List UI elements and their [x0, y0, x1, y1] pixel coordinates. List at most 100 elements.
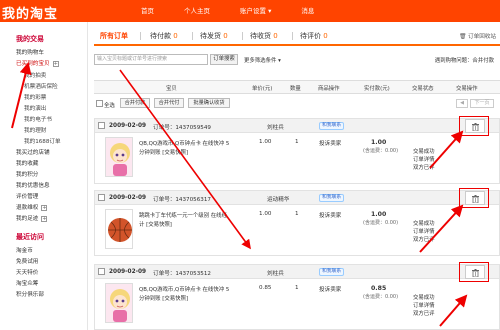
order-date: 2009-02-09: [109, 269, 147, 275]
batch-confirm-button[interactable]: 批量确认收货: [188, 98, 230, 108]
seller-name[interactable]: 运动精华: [267, 195, 289, 203]
quantity: 1: [295, 211, 299, 217]
tab-all-orders[interactable]: 所有订单: [100, 28, 128, 44]
more-filters-toggle[interactable]: 更多筛选条件: [244, 56, 281, 64]
tab-to-review-count: 0: [323, 32, 328, 40]
recycle-bin-link[interactable]: 🗑 订单回收站: [459, 32, 496, 40]
tab-unpaid[interactable]: 待付款 0: [150, 28, 178, 44]
product-title-line[interactable]: QB,QQ游戏币,Q币钟点卡 在线快冲 5: [139, 139, 229, 147]
order-detail-link[interactable]: 订单详情: [413, 155, 435, 163]
complain-seller-link[interactable]: 投诉卖家: [319, 285, 341, 293]
nav-profile[interactable]: 个人主页: [169, 0, 225, 22]
contact-seller-button[interactable]: 和我联系: [319, 268, 345, 276]
contact-seller-button[interactable]: 和我联系: [319, 194, 345, 202]
seller-name[interactable]: 刘柱兵: [267, 269, 284, 277]
tab-unpaid-label: 待付款: [150, 32, 171, 40]
brand-title[interactable]: 我的淘宝: [2, 3, 58, 22]
sidebar-item-club[interactable]: 积分俱乐部: [16, 290, 44, 298]
sidebar-item-ebooks[interactable]: 我的电子书: [24, 115, 52, 123]
nav-home[interactable]: 首页: [126, 0, 169, 22]
select-all-label: 全选: [104, 103, 115, 109]
order-checkbox[interactable]: [98, 268, 105, 275]
order-checkbox[interactable]: [98, 122, 105, 129]
column-header-trade-actions: 交易操作: [456, 86, 478, 92]
order-detail-link[interactable]: 订单详情: [413, 227, 435, 235]
sidebar: 我的交易 我的购物车 已买到的宝贝 + 我的拍卖 机票酒店保险 我的彩票 我的演出…: [0, 22, 88, 330]
sidebar-item-shops[interactable]: 我买过的店铺: [16, 148, 50, 156]
sidebar-item-refunds[interactable]: 退款维权 +: [16, 203, 48, 211]
expand-icon[interactable]: +: [41, 204, 48, 211]
search-button[interactable]: 订单搜索: [210, 54, 238, 65]
trade-status: 交易成功: [413, 295, 435, 301]
sidebar-item-finance[interactable]: 我的理财: [24, 126, 46, 134]
expand-icon[interactable]: +: [52, 60, 59, 67]
table-header: 宝贝 单价(元) 数量 商品操作 实付款(元) 交易状态 交易操作: [94, 80, 500, 94]
sidebar-item-auction[interactable]: 我的拍卖: [24, 71, 46, 79]
product-title-line[interactable]: 跳跳卡丁车代练一元一个级别 在线经: [139, 211, 227, 219]
sidebar-section-trade: 我的交易: [16, 35, 44, 43]
trade-status: 交易成功: [413, 149, 435, 155]
review-status: 双方已评: [413, 237, 435, 243]
contact-seller-button[interactable]: 和我联系: [319, 122, 345, 130]
annotation-highlight: [459, 262, 489, 282]
sidebar-item-travel[interactable]: 机票酒店保险: [24, 82, 58, 90]
order-header: 2009-02-09 订单号：1437053512 刘柱兵 和我联系: [95, 265, 499, 279]
product-thumbnail[interactable]: [105, 209, 133, 249]
sidebar-item-cart[interactable]: 我的购物车: [16, 48, 44, 56]
nav-account-settings[interactable]: 账户设置: [225, 0, 286, 22]
sidebar-item-points[interactable]: 我的积分: [16, 170, 38, 178]
product-title-line[interactable]: QB,QQ游戏币,Q币钟点卡 在线快冲 5: [139, 285, 229, 293]
tab-to-receive[interactable]: 待收货 0: [250, 28, 278, 44]
product-thumbnail[interactable]: [105, 137, 133, 177]
column-header-item: 宝贝: [166, 86, 177, 92]
select-all-checkbox[interactable]: [96, 100, 103, 107]
product-title-line[interactable]: 分钟到账 [交易快照]: [139, 148, 188, 156]
sidebar-item-crowdfund[interactable]: 淘宝众筹: [16, 279, 38, 287]
sidebar-item-trial[interactable]: 免费试用: [16, 257, 38, 265]
tab-to-review[interactable]: 待评价 0: [300, 28, 328, 44]
bulk-actions: 全选 合并付款 合并代付 批量确认收货 ◀ 下一页: [94, 97, 500, 111]
order-detail-link[interactable]: 订单详情: [413, 301, 435, 309]
sidebar-item-bought-label: 已买到的宝贝: [16, 61, 50, 67]
sidebar-item-favorites[interactable]: 我的收藏: [16, 159, 38, 167]
prev-page-button[interactable]: ◀: [456, 99, 468, 108]
sidebar-item-lottery[interactable]: 我的彩票: [24, 93, 46, 101]
merge-proxy-pay-button[interactable]: 合并代付: [154, 98, 184, 108]
order-date: 2009-02-09: [109, 123, 147, 129]
seller-name[interactable]: 刘柱兵: [267, 123, 284, 131]
sidebar-item-1688[interactable]: 我的1688订单: [24, 137, 61, 145]
nav-messages[interactable]: 消息: [286, 0, 329, 22]
tab-to-ship[interactable]: 待发货 0: [200, 28, 228, 44]
sidebar-section-recent: 最近访问: [16, 233, 44, 241]
complain-seller-link[interactable]: 投诉卖家: [319, 139, 341, 147]
tab-to-receive-label: 待收货: [250, 32, 271, 40]
product-title-line[interactable]: 分钟到账 [交易快照]: [139, 294, 188, 302]
top-bar: 我的淘宝 首页 个人主页 账户设置 消息: [0, 0, 500, 22]
sidebar-item-deals[interactable]: 天天特价: [16, 268, 38, 276]
sidebar-item-coupons[interactable]: 我的优惠信息: [16, 181, 50, 189]
search-row: 输入宝贝标题或订单号进行搜索 订单搜索 更多筛选条件 遇到购物问题：合并付款: [94, 54, 500, 68]
recycle-bin-label: 订单回收站: [468, 34, 496, 40]
review-status: 双方已评: [413, 311, 435, 317]
shopping-problem-link[interactable]: 遇到购物问题：合并付款: [435, 56, 494, 64]
sidebar-item-bought[interactable]: 已买到的宝贝 +: [16, 59, 59, 67]
column-header-price: 单价(元): [252, 86, 273, 92]
expand-icon[interactable]: +: [41, 215, 48, 222]
next-page-button[interactable]: 下一页: [470, 99, 494, 108]
sidebar-item-footprints[interactable]: 我的足迹 +: [16, 214, 48, 222]
merge-pay-button[interactable]: 合并付款: [120, 98, 150, 108]
product-thumbnail[interactable]: [105, 283, 133, 323]
column-header-qty: 数量: [290, 86, 301, 92]
shipping-fee: (含运费：0.00): [363, 294, 399, 300]
tab-divider: [192, 32, 193, 40]
search-input[interactable]: 输入宝贝标题或订单号进行搜索: [94, 54, 208, 65]
order-number: 订单号：1437056317: [153, 197, 211, 203]
order-checkbox[interactable]: [98, 194, 105, 201]
review-status: 双方已评: [413, 165, 435, 171]
sidebar-item-refunds-label: 退款维权: [16, 205, 39, 211]
product-title-line[interactable]: 计 [交易快照]: [139, 220, 172, 228]
sidebar-item-coins[interactable]: 淘金币: [16, 246, 33, 254]
complain-seller-link[interactable]: 投诉卖家: [319, 211, 341, 219]
sidebar-item-shows[interactable]: 我的演出: [24, 104, 46, 112]
sidebar-item-reviews[interactable]: 评价管理: [16, 192, 38, 200]
